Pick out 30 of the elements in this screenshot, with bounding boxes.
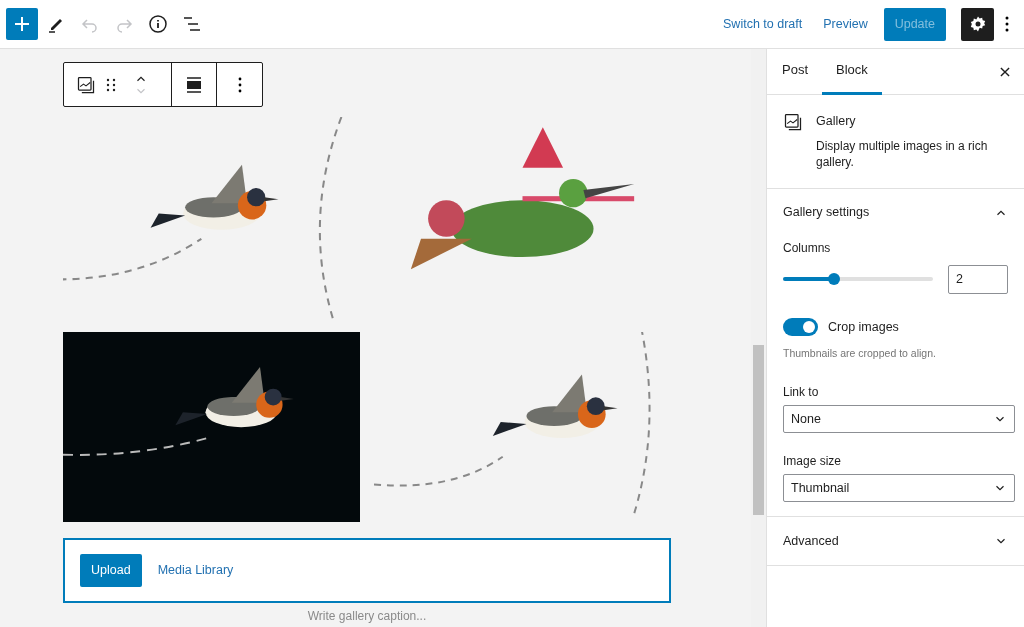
field-label: Link to bbox=[783, 384, 820, 402]
gallery-icon bbox=[783, 112, 803, 132]
add-block-button[interactable] bbox=[6, 8, 38, 40]
preview-link[interactable]: Preview bbox=[812, 14, 879, 34]
sidebar-tab[interactable]: Post bbox=[768, 48, 822, 95]
media-library-link[interactable]: Media Library bbox=[157, 561, 234, 580]
slider-thumb[interactable] bbox=[828, 273, 840, 286]
toggle-switch[interactable] bbox=[783, 318, 818, 337]
gallery-icon[interactable] bbox=[76, 74, 96, 95]
close-icon[interactable] bbox=[998, 64, 1012, 79]
toggle-label: Crop images bbox=[828, 318, 899, 336]
dropdown[interactable]: None bbox=[783, 405, 1015, 434]
help-text: Thumbnails are cropped to align. bbox=[783, 345, 937, 361]
switch-to-draft-link[interactable]: Switch to draft bbox=[713, 14, 813, 34]
sidebar-tab[interactable]: Block bbox=[822, 48, 882, 95]
block-description: Display multiple images in a rich gallery. bbox=[816, 137, 989, 170]
scrollbar[interactable] bbox=[751, 49, 766, 627]
more-options-icon[interactable] bbox=[237, 76, 242, 93]
columns-input[interactable]: 2 bbox=[948, 264, 1008, 294]
field-label: Columns bbox=[783, 239, 832, 257]
block-title: Gallery bbox=[816, 113, 857, 130]
align-icon[interactable] bbox=[186, 76, 202, 93]
field-label: Image size bbox=[783, 453, 843, 471]
dropdown[interactable]: Thumbnail bbox=[783, 474, 1015, 503]
settings-icon[interactable] bbox=[961, 7, 994, 41]
panel-header[interactable]: Gallery settings bbox=[767, 188, 1024, 237]
panel-header[interactable]: Advanced bbox=[767, 517, 1024, 566]
caption-field[interactable]: Write gallery caption... bbox=[63, 605, 671, 627]
drag-handle-icon[interactable] bbox=[106, 77, 116, 92]
upload-button[interactable]: Upload bbox=[80, 554, 142, 587]
